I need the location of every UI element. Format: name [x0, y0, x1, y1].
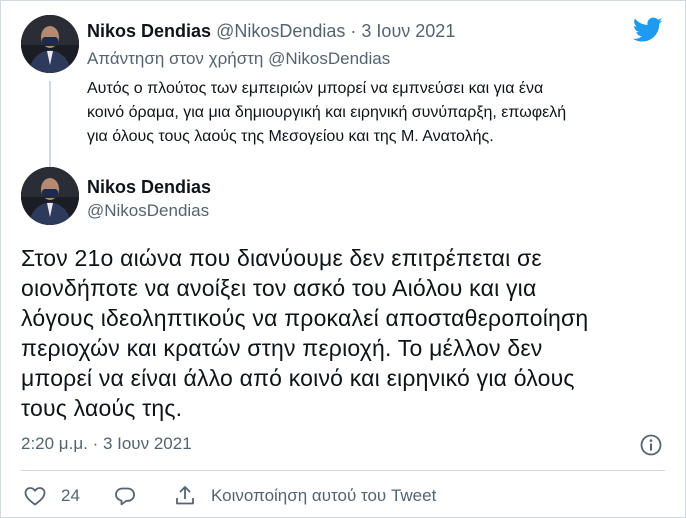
share-icon: [173, 484, 197, 508]
reply-to-line: Απάντηση στον χρήστη @NikosDendias: [87, 49, 390, 69]
text-line: Αυτός ο πλούτος των εμπειριών μπορεί να …: [87, 80, 544, 97]
avatar[interactable]: [21, 167, 79, 225]
text-line: μπορεί να είναι άλλο από κοινό και ειρην…: [21, 365, 575, 391]
reply-handle[interactable]: @NikosDendias: [268, 49, 390, 68]
avatar[interactable]: [21, 15, 79, 73]
display-name[interactable]: Nikos Dendias: [87, 177, 211, 198]
text-line: οιονδήποτε να ανοίξει τον ασκό του Αιόλο…: [21, 275, 537, 301]
divider: [21, 470, 665, 471]
reply-button[interactable]: [113, 484, 137, 508]
reply-icon: [113, 484, 137, 508]
share-button[interactable]: Κοινοποίηση αυτού του Tweet: [173, 484, 436, 508]
parent-tweet-header: Nikos Dendias @NikosDendias · 3 Ιουν 202…: [87, 21, 455, 42]
like-button[interactable]: 24: [23, 484, 80, 508]
tweet-date[interactable]: 3 Ιουν 2021: [361, 21, 455, 41]
text-line: Στον 21ο αιώνα που διανύουμε δεν επιτρέπ…: [21, 245, 542, 271]
text-line: κοινό όραμα, για μια δημιουργική και ειρ…: [87, 104, 567, 121]
twitter-bird-icon[interactable]: [632, 17, 663, 48]
parent-tweet-text: Αυτός ο πλούτος των εμπειριών μπορεί να …: [87, 77, 667, 149]
tweet-timestamp[interactable]: 2:20 μ.μ. · 3 Ιουν 2021: [21, 434, 192, 454]
text-line: λόγους ιδεοληπτικούς να προκαλεί αποσταθ…: [21, 305, 589, 331]
share-label: Κοινοποίηση αυτού του Tweet: [211, 486, 437, 505]
heart-icon: [23, 484, 47, 508]
thread-line: [49, 81, 51, 167]
info-icon[interactable]: [639, 433, 663, 457]
main-tweet-text: Στον 21ο αιώνα που διανύουμε δεν επιτρέπ…: [21, 243, 671, 423]
tweet-embed-card: Nikos Dendias @NikosDendias · 3 Ιουν 202…: [0, 0, 686, 518]
like-count: 24: [61, 486, 80, 505]
separator: ·: [350, 21, 357, 41]
text-line: για όλους τους λαούς της Μεσογείου και τ…: [87, 128, 494, 145]
text-line: τους λαούς της.: [21, 395, 183, 421]
text-line: περιοχών και κρατών στην περιοχή. Το μέλ…: [21, 335, 543, 361]
handle[interactable]: @NikosDendias: [87, 201, 209, 221]
display-name[interactable]: Nikos Dendias: [87, 21, 211, 41]
reply-prefix: Απάντηση στον χρήστη: [87, 49, 264, 68]
handle[interactable]: @NikosDendias: [216, 21, 345, 41]
